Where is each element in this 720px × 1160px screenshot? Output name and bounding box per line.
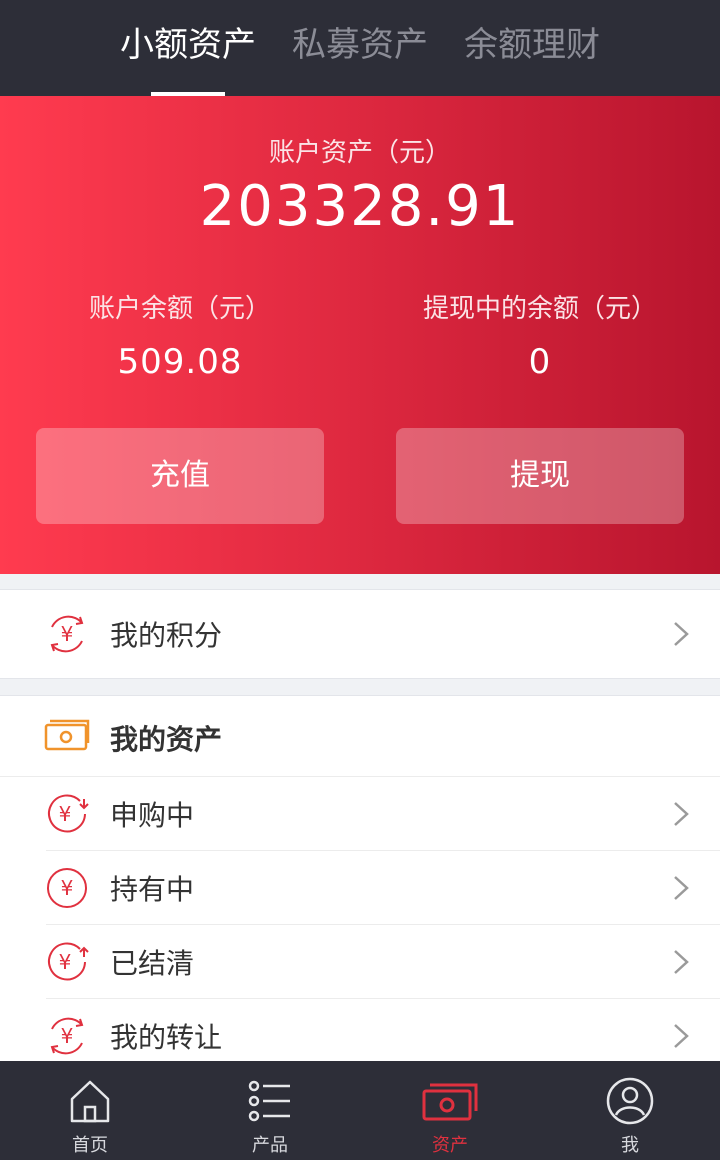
user-icon: [606, 1077, 654, 1125]
my-assets-card: 我的资产 ¥ 申购中 ¥ 持有中 ¥ 已结清 ¥ 我的转让: [0, 695, 720, 1063]
nav-label: 资产: [432, 1135, 468, 1156]
top-tab-bar: 小额资产 私募资产 余额理财: [0, 0, 720, 96]
tab-balance-finance[interactable]: 余额理财: [464, 0, 600, 96]
total-assets-label: 账户资产（元）: [268, 138, 451, 168]
balance-label: 账户余额（元）: [88, 294, 271, 324]
tab-small-assets[interactable]: 小额资产: [120, 0, 256, 96]
svg-text:¥: ¥: [61, 622, 74, 646]
withdrawing-value: 0: [528, 342, 552, 382]
chevron-right-icon: [674, 950, 689, 974]
balance-value: 509.08: [117, 342, 243, 382]
nav-label: 首页: [72, 1135, 108, 1156]
nav-products[interactable]: 产品: [180, 1061, 360, 1160]
points-card: ¥ 我的积分: [0, 589, 720, 679]
total-assets-value: 203328.91: [199, 174, 521, 239]
chevron-right-icon: [674, 802, 689, 826]
tab-label: 余额理财: [464, 25, 600, 65]
asset-row-label: 我的转让: [110, 1021, 223, 1054]
my-points-label: 我的积分: [110, 619, 223, 652]
bottom-nav: 首页 产品 资产 我: [0, 1061, 720, 1160]
account-summary-panel: 账户资产（元） 203328.91 账户余额（元） 提现中的余额（元） 509.…: [0, 96, 720, 574]
asset-row-subscribing[interactable]: ¥ 申购中: [0, 777, 720, 851]
nav-home[interactable]: 首页: [0, 1061, 180, 1160]
chevron-right-icon: [674, 876, 689, 900]
my-assets-title: 我的资产: [110, 723, 223, 756]
cash-icon: [422, 1083, 478, 1121]
nav-assets[interactable]: 资产: [360, 1061, 540, 1160]
asset-row-label: 申购中: [110, 799, 195, 832]
nav-label: 我: [621, 1135, 639, 1156]
yuan-out-icon: ¥: [44, 939, 90, 985]
chevron-right-icon: [674, 1024, 689, 1048]
svg-text:¥: ¥: [61, 876, 74, 900]
asset-row-holding[interactable]: ¥ 持有中: [0, 851, 720, 925]
yuan-transfer-icon: ¥: [44, 1013, 90, 1059]
withdrawing-label: 提现中的余额（元）: [422, 294, 657, 324]
chevron-right-icon: [674, 622, 689, 646]
svg-text:¥: ¥: [61, 1024, 74, 1048]
recharge-button[interactable]: 充值: [36, 428, 324, 524]
yuan-in-icon: ¥: [44, 791, 90, 837]
nav-label: 产品: [252, 1135, 288, 1156]
svg-text:¥: ¥: [59, 950, 72, 974]
my-assets-header: 我的资产: [0, 696, 720, 777]
yuan-cycle-icon: ¥: [44, 611, 90, 657]
nav-me[interactable]: 我: [540, 1061, 720, 1160]
yuan-icon: ¥: [44, 865, 90, 911]
asset-row-label: 持有中: [110, 873, 195, 906]
asset-row-settled[interactable]: ¥ 已结清: [0, 925, 720, 999]
asset-row-label: 已结清: [110, 947, 195, 980]
svg-text:¥: ¥: [59, 802, 72, 826]
my-points-row[interactable]: ¥ 我的积分: [0, 590, 720, 678]
tab-private-assets[interactable]: 私募资产: [292, 0, 428, 96]
list-icon: [248, 1080, 290, 1122]
tab-label: 私募资产: [292, 25, 428, 65]
withdraw-button[interactable]: 提现: [396, 428, 684, 524]
cash-icon: [44, 713, 90, 759]
home-icon: [70, 1080, 110, 1123]
tab-label: 小额资产: [120, 25, 256, 65]
